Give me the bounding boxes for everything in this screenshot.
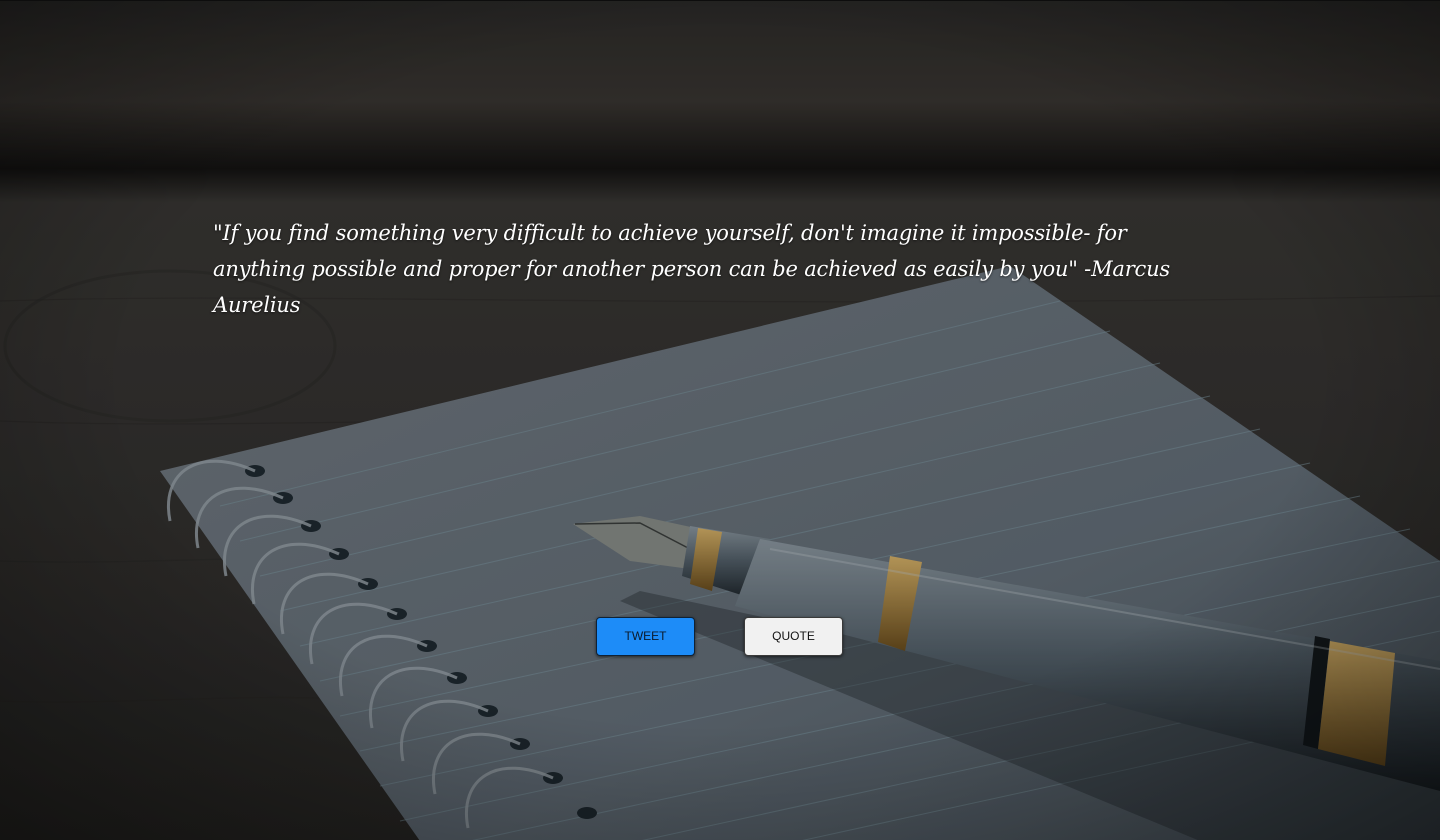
quote-text: "If you find something very difficult to… [213,221,1170,317]
new-quote-button[interactable]: QUOTE [744,617,843,656]
tweet-button[interactable]: TWEET [596,617,695,656]
quote-machine-page: "If you find something very difficult to… [0,0,1440,840]
notebook-pen-background-image [0,1,1440,840]
